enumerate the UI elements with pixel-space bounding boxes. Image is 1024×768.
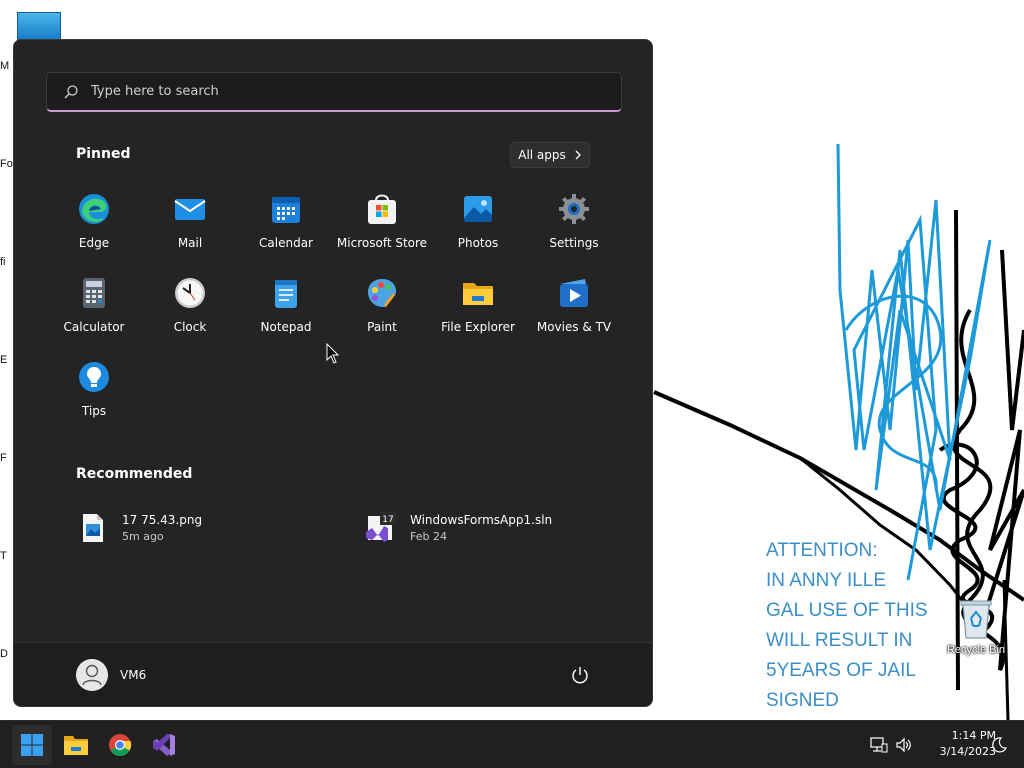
all-apps-label: All apps [518, 148, 566, 162]
folder-icon [463, 283, 493, 305]
warning-line: WILL RESULT IN [766, 630, 913, 651]
recommended-file-time: Feb 24 [410, 530, 447, 543]
movies-icon [560, 279, 588, 307]
desktop-label-fragment: F [0, 452, 7, 464]
mouse-cursor-icon [326, 343, 340, 364]
volume-icon[interactable] [895, 736, 913, 754]
recommended-file-name: WindowsFormsApp1.sln [410, 513, 553, 527]
recycle-bin-shortcut[interactable]: Recycle Bin [944, 598, 1008, 656]
app-label: Settings [549, 236, 599, 250]
notification-moon-icon[interactable] [990, 736, 1008, 754]
pinned-app-paint[interactable]: Paint [334, 270, 430, 354]
chevron-right-icon [575, 150, 581, 160]
wallpaper-warning-text: ATTENTION: IN ANNY ILLE GAL USE OF THIS … [766, 536, 966, 716]
notepad-icon [275, 280, 297, 308]
taskbar-visual-studio[interactable] [144, 725, 184, 765]
search-box[interactable]: Type here to search [46, 72, 622, 112]
pinned-app-notepad[interactable]: Notepad [238, 270, 334, 354]
clock-time: 1:14 PM [951, 729, 996, 742]
pinned-app-movies-tv[interactable]: Movies & TV [526, 270, 622, 354]
pinned-app-clock[interactable]: Clock [142, 270, 238, 354]
avatar [76, 659, 108, 691]
user-name: VM6 [120, 668, 147, 682]
start-button[interactable] [12, 725, 52, 765]
start-menu: Type here to search Pinned All apps Edge… [13, 39, 653, 707]
start-menu-footer: VM6 [14, 642, 652, 706]
app-label: Paint [367, 320, 397, 334]
start-icon [21, 734, 43, 756]
pinned-app-calendar[interactable]: Calendar [238, 186, 334, 270]
desktop-shortcut-icon[interactable] [17, 12, 61, 42]
desktop-label-fragment: E [0, 354, 8, 366]
store-icon [368, 194, 396, 224]
pinned-app-calculator[interactable]: Calculator [46, 270, 142, 354]
recommended-item[interactable]: 17 WindowsFormsApp1.sln Feb 24 [364, 512, 552, 544]
warning-line: 5YEARS OF JAIL [766, 660, 916, 681]
edge-icon [79, 194, 109, 224]
app-label: Notepad [260, 320, 312, 334]
app-label: File Explorer [441, 320, 515, 334]
warning-line: IN ANNY ILLE [766, 570, 887, 591]
clock-date: 3/14/2023 [939, 745, 996, 758]
pinned-app-tips[interactable]: Tips [46, 354, 142, 438]
app-label: Microsoft Store [336, 236, 428, 250]
pinned-app-mail[interactable]: Mail [142, 186, 238, 270]
recommended-file-name: 17 75.43.png [122, 513, 203, 527]
gear-icon [559, 194, 589, 224]
power-icon[interactable] [570, 665, 590, 685]
taskbar-clock[interactable]: 1:14 PM 3/14/2023 [916, 728, 996, 760]
calendar-icon [272, 197, 300, 223]
app-label: Calculator [63, 320, 125, 334]
recommended-title: Recommended [76, 466, 193, 482]
pinned-app-microsoft-store[interactable]: Microsoft Store [334, 186, 430, 270]
app-label: Clock [173, 320, 207, 334]
mail-icon [174, 199, 206, 220]
pinned-app-settings[interactable]: Settings [526, 186, 622, 270]
clock-icon [175, 278, 205, 308]
network-icon[interactable] [870, 736, 888, 754]
pinned-app-file-explorer[interactable]: File Explorer [430, 270, 526, 354]
warning-line: ATTENTION: [766, 540, 878, 561]
taskbar-file-explorer[interactable] [56, 725, 96, 765]
chrome-icon [109, 734, 132, 756]
pinned-app-photos[interactable]: Photos [430, 186, 526, 270]
user-account-button[interactable]: VM6 [76, 659, 146, 691]
desktop-label-fragment: D [0, 648, 8, 660]
app-label: Edge [78, 236, 110, 250]
search-icon [64, 84, 78, 98]
paint-icon [368, 279, 397, 307]
app-label: Photos [457, 236, 499, 250]
all-apps-button[interactable]: All apps [510, 142, 590, 168]
visual-studio-solution-icon: 17 [366, 512, 396, 542]
photos-icon [464, 196, 492, 222]
image-file-icon [83, 514, 103, 542]
app-label: Calendar [259, 236, 313, 250]
version-badge: 17 [382, 515, 393, 525]
recommended-item[interactable]: 17 75.43.png 5m ago [76, 512, 202, 544]
recycle-bin-icon [960, 600, 992, 639]
app-label: Tips [81, 404, 107, 418]
taskbar: 1:14 PM 3/14/2023 [0, 720, 1024, 768]
calculator-icon [83, 278, 105, 308]
warning-line: GAL USE OF THIS [766, 600, 928, 621]
taskbar-chrome[interactable] [100, 725, 140, 765]
pinned-title: Pinned [76, 146, 131, 162]
app-label: Mail [177, 236, 203, 250]
file-explorer-icon [64, 736, 88, 755]
desktop-label-fragment: fi [0, 256, 6, 268]
desktop-label-fragment: M [0, 60, 10, 72]
warning-line: SIGNED [766, 690, 839, 711]
recommended-file-time: 5m ago [122, 530, 164, 543]
visual-studio-icon [153, 734, 175, 756]
app-label: Movies & TV [536, 320, 612, 334]
lightbulb-icon [79, 362, 109, 392]
desktop-label-fragment: T [0, 550, 7, 562]
search-placeholder: Type here to search [91, 84, 219, 99]
recycle-bin-label: Recycle Bin [946, 644, 1006, 656]
desktop-label-fragment: Fo [0, 158, 13, 170]
pinned-app-edge[interactable]: Edge [46, 186, 142, 270]
